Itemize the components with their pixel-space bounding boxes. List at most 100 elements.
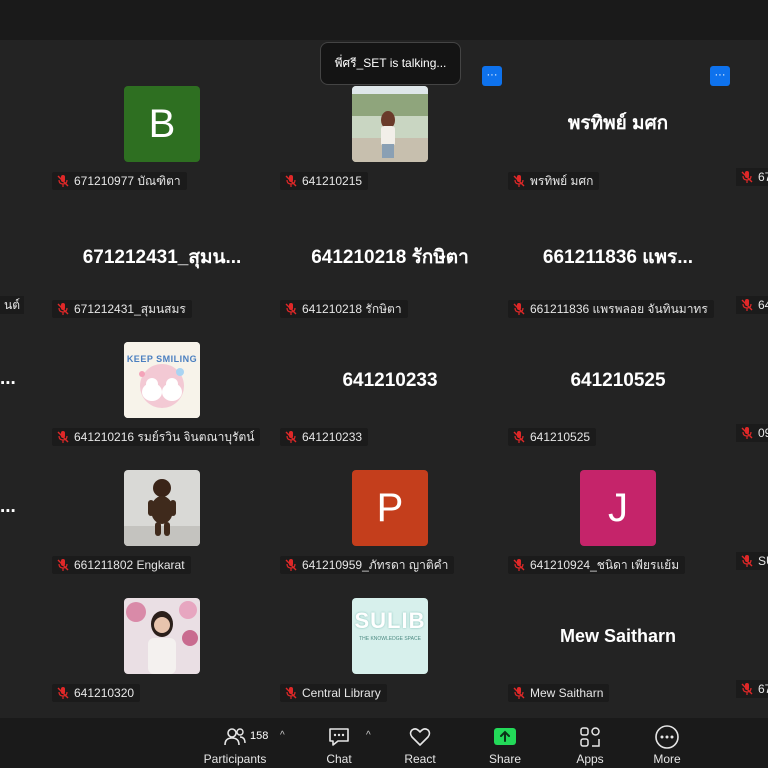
participant-tile[interactable]: 661211802 Engkarat [52,464,272,586]
chat-label: Chat [326,752,352,766]
participant-name-bar: 641210959_ภัทรดา ญาติคำ [280,556,455,574]
participant-name: พรทิพย์ มศก [530,173,594,188]
talking-indicator-text: พี่ศรี_SET is talking... [334,56,447,70]
participant-name: 641210233 [302,430,363,444]
tile-more-button[interactable]: ··· [710,66,730,86]
share-label: Share [488,752,522,766]
left-edge-dots-row4: ... [0,496,16,517]
mic-muted-icon [512,302,526,316]
participant-name-bar: Central Library [280,684,387,702]
participant-name-bar: 641210215 [280,172,369,190]
mic-muted-icon [740,298,754,312]
participant-tile[interactable]: KEEP SMILING 641210216 รมย์รวิน จินตณาบุ… [52,336,272,458]
participant-tile[interactable]: 641210215 [280,80,500,202]
participant-name-bar: 641210525 [508,428,597,446]
apps-icon [580,727,600,747]
chat-options-caret[interactable]: ^ [366,730,371,741]
mic-muted-icon [740,170,754,184]
right-edge-name-row4: SU [736,552,768,570]
chat-icon [329,728,349,746]
participant-tile[interactable]: SULIB THE KNOWLEDGE SPACE Central Librar… [280,592,500,714]
more-button[interactable]: More [632,724,702,768]
mic-muted-icon [284,430,298,444]
participant-name: 661211802 Engkarat [74,558,185,572]
participant-name: 671210977 บัณฑิตา [74,173,181,188]
mic-muted-icon [56,174,70,188]
meeting-toolbar: Participants 158 ^ Chat ^ React Share Ap… [0,718,768,768]
participant-name-bar: 641210320 [52,684,141,702]
participant-name-bar: Mew Saitharn [508,684,610,702]
gallery-view: นต์ ... ... 67 64 09 SU 67 B 671210977 บ… [0,40,768,718]
participant-tile[interactable]: P 641210959_ภัทรดา ญาติคำ [280,464,500,586]
participant-name: 641210215 [302,174,363,188]
sulib-logo-text: SULIB [354,608,426,633]
participants-icon [224,728,246,746]
participant-display-name: พรทิพย์ มศก [567,113,669,134]
participant-name: 661211836 แพรพลอย จันทินมาทร [530,301,708,316]
mic-muted-icon [512,686,526,700]
participant-tile[interactable]: 641210233 641210233 [280,336,500,458]
participant-display-name: 661211836 แพร... [542,247,694,268]
share-button[interactable]: Share [470,724,540,768]
participant-tile[interactable]: B 671210977 บัณฑิตา [52,80,272,202]
right-edge-name-row5: 67 [736,680,768,698]
person-photo-icon [124,598,200,674]
mic-muted-icon [512,174,526,188]
participant-name: 641210525 [530,430,591,444]
react-label: React [404,752,436,766]
mic-muted-icon [740,682,754,696]
participant-tile[interactable]: 641210525 641210525 [508,336,728,458]
participant-display-name: 641210218 รักษิตา [311,247,469,268]
left-edge-name-row2: นต์ [0,296,24,314]
participant-display-name: Mew Saitharn [559,626,677,646]
participant-name-bar: 641210216 รมย์รวิน จินตณาบุรัตน์ [52,428,261,446]
talking-indicator-toast: พี่ศรี_SET is talking... [320,42,461,85]
apps-label: Apps [576,752,604,766]
participant-name: 641210959_ภัทรดา ญาติคำ [302,557,449,572]
participant-tile[interactable]: J 641210924_ชนิดา เพียรแย้ม [508,464,728,586]
chat-button[interactable]: Chat [304,724,374,768]
participant-tile[interactable]: Mew Saitharn Mew Saitharn [508,592,728,714]
participant-name: Mew Saitharn [530,686,604,700]
react-button[interactable]: React [385,724,455,768]
right-edge-name-row2: 64 [736,296,768,314]
mic-muted-icon [56,430,70,444]
participant-name-bar: 641210924_ชนิดา เพียรแย้ม [508,556,686,574]
apps-button[interactable]: Apps [555,724,625,768]
participants-label: Participants [203,752,267,766]
participant-name-bar: 641210218 รักษิตา [280,300,408,318]
participant-tile[interactable]: 671212431_สุมน... 671212431_สุมนสมร [52,208,272,330]
participant-name: 641210924_ชนิดา เพียรแย้ม [530,557,680,572]
participant-tile[interactable]: 641210218 รักษิตา 641210218 รักษิตา [280,208,500,330]
participant-name-bar: 671210977 บัณฑิตา [52,172,187,190]
participants-options-caret[interactable]: ^ [280,730,285,741]
participant-tile[interactable]: พรทิพย์ มศก พรทิพย์ มศก [508,80,728,202]
mic-muted-icon [284,686,298,700]
participant-name: 641210218 รักษิตา [302,301,402,316]
avatar: P [352,470,428,546]
mic-muted-icon [284,558,298,572]
mic-muted-icon [56,686,70,700]
participant-name-bar: 641210233 [280,428,369,446]
participant-name: 641210216 รมย์รวิน จินตณาบุรัตน์ [74,429,255,444]
outdoor-photo-icon [352,86,428,162]
participant-name-bar: 671212431_สุมนสมร [52,300,192,318]
mic-muted-icon [284,302,298,316]
avatar [352,86,428,162]
mic-muted-icon [512,430,526,444]
participant-name: Central Library [302,686,381,700]
left-edge-dots-row3: ... [0,368,16,389]
more-dots-icon [655,725,679,749]
participant-tile[interactable]: 641210320 [52,592,272,714]
participant-name-bar: 661211836 แพรพลอย จันทินมาทร [508,300,714,318]
mic-muted-icon [740,554,754,568]
dancing-figure-icon [124,470,200,546]
participant-name: 641210320 [74,686,135,700]
participants-count: 158 [250,730,269,742]
participant-display-name: 641210233 [342,370,438,391]
mic-muted-icon [56,558,70,572]
participant-tile[interactable]: 661211836 แพร... 661211836 แพรพลอย จันทิ… [508,208,728,330]
tile-more-button[interactable]: ··· [482,66,502,86]
avatar: KEEP SMILING [124,342,200,418]
mic-muted-icon [56,302,70,316]
